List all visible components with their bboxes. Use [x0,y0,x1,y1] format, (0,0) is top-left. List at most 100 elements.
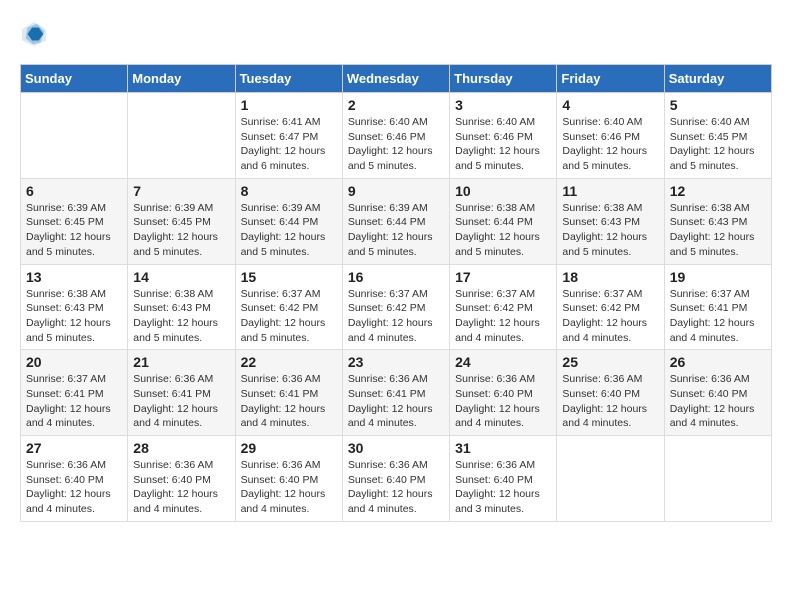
calendar-cell [21,93,128,179]
logo [20,20,52,48]
day-info: Sunrise: 6:36 AM Sunset: 6:40 PM Dayligh… [241,458,337,517]
calendar-cell: 9 Sunrise: 6:39 AM Sunset: 6:44 PM Daylig… [342,178,449,264]
day-info: Sunrise: 6:37 AM Sunset: 6:41 PM Dayligh… [670,287,766,346]
calendar-cell: 1 Sunrise: 6:41 AM Sunset: 6:47 PM Daylig… [235,93,342,179]
day-number: 24 [455,354,551,370]
weekday-header-saturday: Saturday [664,65,771,93]
calendar-cell: 4 Sunrise: 6:40 AM Sunset: 6:46 PM Daylig… [557,93,664,179]
day-number: 27 [26,440,122,456]
day-number: 2 [348,97,444,113]
day-info: Sunrise: 6:38 AM Sunset: 6:43 PM Dayligh… [133,287,229,346]
day-info: Sunrise: 6:38 AM Sunset: 6:43 PM Dayligh… [26,287,122,346]
calendar-cell: 26 Sunrise: 6:36 AM Sunset: 6:40 PM Dayli… [664,350,771,436]
day-number: 5 [670,97,766,113]
week-row-1: 6 Sunrise: 6:39 AM Sunset: 6:45 PM Daylig… [21,178,772,264]
day-number: 25 [562,354,658,370]
weekday-header-monday: Monday [128,65,235,93]
week-row-4: 27 Sunrise: 6:36 AM Sunset: 6:40 PM Dayli… [21,436,772,522]
day-number: 9 [348,183,444,199]
day-info: Sunrise: 6:36 AM Sunset: 6:40 PM Dayligh… [133,458,229,517]
calendar-cell: 21 Sunrise: 6:36 AM Sunset: 6:41 PM Dayli… [128,350,235,436]
day-info: Sunrise: 6:41 AM Sunset: 6:47 PM Dayligh… [241,115,337,174]
day-number: 22 [241,354,337,370]
day-info: Sunrise: 6:36 AM Sunset: 6:40 PM Dayligh… [455,372,551,431]
day-info: Sunrise: 6:37 AM Sunset: 6:42 PM Dayligh… [562,287,658,346]
day-info: Sunrise: 6:37 AM Sunset: 6:42 PM Dayligh… [348,287,444,346]
day-number: 26 [670,354,766,370]
day-info: Sunrise: 6:38 AM Sunset: 6:43 PM Dayligh… [562,201,658,260]
page-header [20,20,772,48]
day-number: 8 [241,183,337,199]
day-info: Sunrise: 6:37 AM Sunset: 6:41 PM Dayligh… [26,372,122,431]
calendar-cell: 7 Sunrise: 6:39 AM Sunset: 6:45 PM Daylig… [128,178,235,264]
day-number: 15 [241,269,337,285]
calendar-cell: 31 Sunrise: 6:36 AM Sunset: 6:40 PM Dayli… [450,436,557,522]
day-info: Sunrise: 6:37 AM Sunset: 6:42 PM Dayligh… [241,287,337,346]
calendar-cell: 23 Sunrise: 6:36 AM Sunset: 6:41 PM Dayli… [342,350,449,436]
day-info: Sunrise: 6:36 AM Sunset: 6:40 PM Dayligh… [455,458,551,517]
day-info: Sunrise: 6:40 AM Sunset: 6:45 PM Dayligh… [670,115,766,174]
day-number: 16 [348,269,444,285]
day-number: 18 [562,269,658,285]
day-info: Sunrise: 6:37 AM Sunset: 6:42 PM Dayligh… [455,287,551,346]
calendar-cell [128,93,235,179]
calendar-cell: 22 Sunrise: 6:36 AM Sunset: 6:41 PM Dayli… [235,350,342,436]
day-info: Sunrise: 6:36 AM Sunset: 6:40 PM Dayligh… [348,458,444,517]
day-number: 13 [26,269,122,285]
week-row-3: 20Sunrise: 6:37 AM Sunset: 6:41 PM Dayli… [21,350,772,436]
day-info: Sunrise: 6:36 AM Sunset: 6:41 PM Dayligh… [348,372,444,431]
day-info: Sunrise: 6:36 AM Sunset: 6:41 PM Dayligh… [133,372,229,431]
week-row-2: 13 Sunrise: 6:38 AM Sunset: 6:43 PM Dayli… [21,264,772,350]
weekday-header-wednesday: Wednesday [342,65,449,93]
weekday-header-tuesday: Tuesday [235,65,342,93]
day-number: 6 [26,183,122,199]
day-info: Sunrise: 6:40 AM Sunset: 6:46 PM Dayligh… [562,115,658,174]
day-number: 23 [348,354,444,370]
calendar-cell: 15 Sunrise: 6:37 AM Sunset: 6:42 PM Dayli… [235,264,342,350]
day-number: 3 [455,97,551,113]
calendar-cell [664,436,771,522]
calendar-cell: 8Sunrise: 6:39 AM Sunset: 6:44 PM Daylig… [235,178,342,264]
calendar-cell: 28 Sunrise: 6:36 AM Sunset: 6:40 PM Dayli… [128,436,235,522]
day-number: 4 [562,97,658,113]
calendar-cell: 3 Sunrise: 6:40 AM Sunset: 6:46 PM Daylig… [450,93,557,179]
calendar-cell [557,436,664,522]
day-number: 11 [562,183,658,199]
day-info: Sunrise: 6:40 AM Sunset: 6:46 PM Dayligh… [348,115,444,174]
day-number: 10 [455,183,551,199]
calendar-cell: 13 Sunrise: 6:38 AM Sunset: 6:43 PM Dayli… [21,264,128,350]
calendar-cell: 27 Sunrise: 6:36 AM Sunset: 6:40 PM Dayli… [21,436,128,522]
day-info: Sunrise: 6:39 AM Sunset: 6:45 PM Dayligh… [133,201,229,260]
day-number: 30 [348,440,444,456]
logo-icon [20,20,48,48]
weekday-header-friday: Friday [557,65,664,93]
day-info: Sunrise: 6:36 AM Sunset: 6:40 PM Dayligh… [670,372,766,431]
calendar-cell: 11 Sunrise: 6:38 AM Sunset: 6:43 PM Dayli… [557,178,664,264]
weekday-header-row: SundayMondayTuesdayWednesdayThursdayFrid… [21,65,772,93]
day-number: 21 [133,354,229,370]
day-number: 14 [133,269,229,285]
day-number: 19 [670,269,766,285]
day-info: Sunrise: 6:39 AM Sunset: 6:44 PM Dayligh… [348,201,444,260]
day-number: 31 [455,440,551,456]
calendar-cell: 30 Sunrise: 6:36 AM Sunset: 6:40 PM Dayli… [342,436,449,522]
calendar-table: SundayMondayTuesdayWednesdayThursdayFrid… [20,64,772,522]
day-info: Sunrise: 6:38 AM Sunset: 6:44 PM Dayligh… [455,201,551,260]
day-number: 7 [133,183,229,199]
day-info: Sunrise: 6:40 AM Sunset: 6:46 PM Dayligh… [455,115,551,174]
day-info: Sunrise: 6:36 AM Sunset: 6:40 PM Dayligh… [26,458,122,517]
weekday-header-sunday: Sunday [21,65,128,93]
calendar-cell: 12Sunrise: 6:38 AM Sunset: 6:43 PM Dayli… [664,178,771,264]
day-number: 17 [455,269,551,285]
calendar-cell: 17 Sunrise: 6:37 AM Sunset: 6:42 PM Dayli… [450,264,557,350]
calendar-cell: 10 Sunrise: 6:38 AM Sunset: 6:44 PM Dayli… [450,178,557,264]
weekday-header-thursday: Thursday [450,65,557,93]
day-info: Sunrise: 6:36 AM Sunset: 6:41 PM Dayligh… [241,372,337,431]
day-number: 28 [133,440,229,456]
calendar-cell: 29Sunrise: 6:36 AM Sunset: 6:40 PM Dayli… [235,436,342,522]
day-number: 1 [241,97,337,113]
calendar-cell: 19 Sunrise: 6:37 AM Sunset: 6:41 PM Dayli… [664,264,771,350]
calendar-cell: 5 Sunrise: 6:40 AM Sunset: 6:45 PM Daylig… [664,93,771,179]
day-info: Sunrise: 6:38 AM Sunset: 6:43 PM Dayligh… [670,201,766,260]
week-row-0: 1 Sunrise: 6:41 AM Sunset: 6:47 PM Daylig… [21,93,772,179]
